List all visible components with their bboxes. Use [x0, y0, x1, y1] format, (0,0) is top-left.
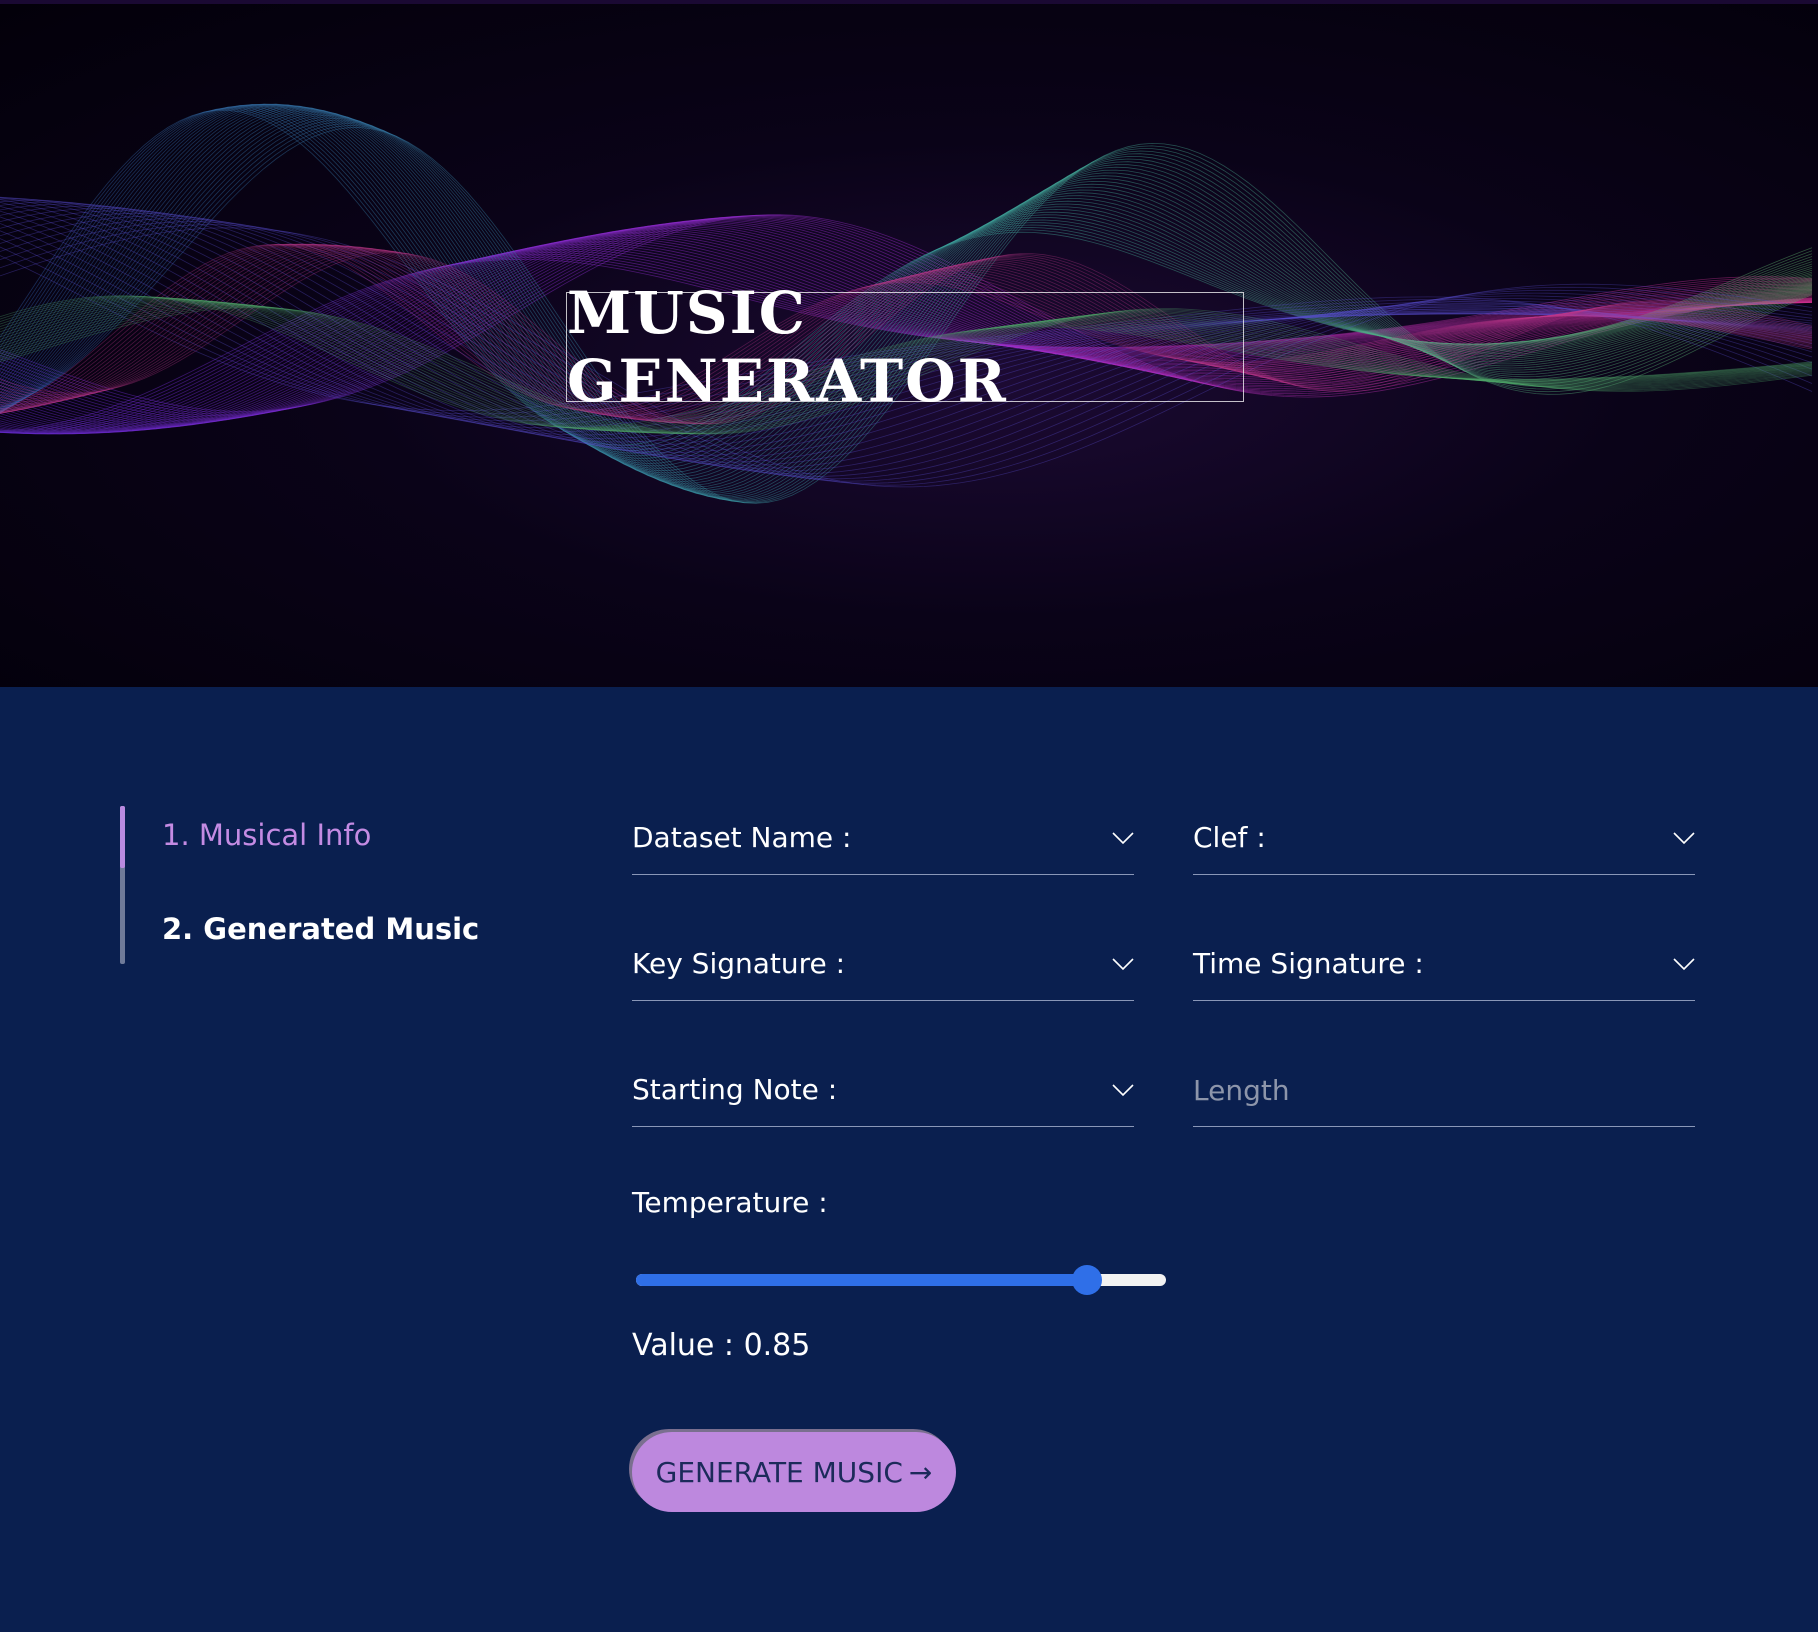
- temperature-value: Value : 0.85: [632, 1328, 811, 1363]
- clef-label: Clef :: [1193, 821, 1266, 854]
- time-signature-label: Time Signature :: [1193, 947, 1424, 980]
- step-navigation: 1. Musical Info 2. Generated Music: [120, 806, 540, 964]
- arrow-right-icon: →: [908, 1455, 933, 1489]
- step-generated-music[interactable]: 2. Generated Music: [162, 912, 479, 946]
- hero-banner: MUSIC GENERATOR: [0, 0, 1818, 687]
- chevron-down-icon: [1673, 958, 1695, 971]
- step-musical-info[interactable]: 1. Musical Info: [162, 818, 371, 852]
- dataset-name-label: Dataset Name :: [632, 821, 852, 854]
- chevron-down-icon: [1673, 832, 1695, 845]
- starting-note-label: Starting Note :: [632, 1073, 838, 1106]
- length-field: [1193, 1057, 1695, 1127]
- generate-music-label: GENERATE MUSIC: [655, 1455, 903, 1489]
- clef-select[interactable]: Clef :: [1193, 805, 1695, 875]
- key-signature-label: Key Signature :: [632, 947, 846, 980]
- starting-note-select[interactable]: Starting Note :: [632, 1057, 1134, 1127]
- page-title: MUSIC GENERATOR: [567, 279, 1008, 415]
- time-signature-select[interactable]: Time Signature :: [1193, 931, 1695, 1001]
- length-input[interactable]: [1193, 1067, 1695, 1113]
- temperature-label: Temperature :: [632, 1186, 828, 1219]
- slider-fill: [636, 1274, 1087, 1286]
- dataset-name-select[interactable]: Dataset Name :: [632, 805, 1134, 875]
- chevron-down-icon: [1112, 832, 1134, 845]
- chevron-down-icon: [1112, 1084, 1134, 1097]
- generate-music-button[interactable]: GENERATE MUSIC →: [632, 1432, 956, 1512]
- key-signature-select[interactable]: Key Signature :: [632, 931, 1134, 1001]
- slider-thumb[interactable]: [1072, 1265, 1102, 1295]
- hero-title-box: MUSIC GENERATOR: [566, 279, 1244, 415]
- steps-progress-active: [120, 806, 125, 868]
- temperature-slider[interactable]: [636, 1265, 1166, 1295]
- chevron-down-icon: [1112, 958, 1134, 971]
- page: MUSIC GENERATOR 1. Musical Info 2. Gener…: [0, 0, 1818, 1632]
